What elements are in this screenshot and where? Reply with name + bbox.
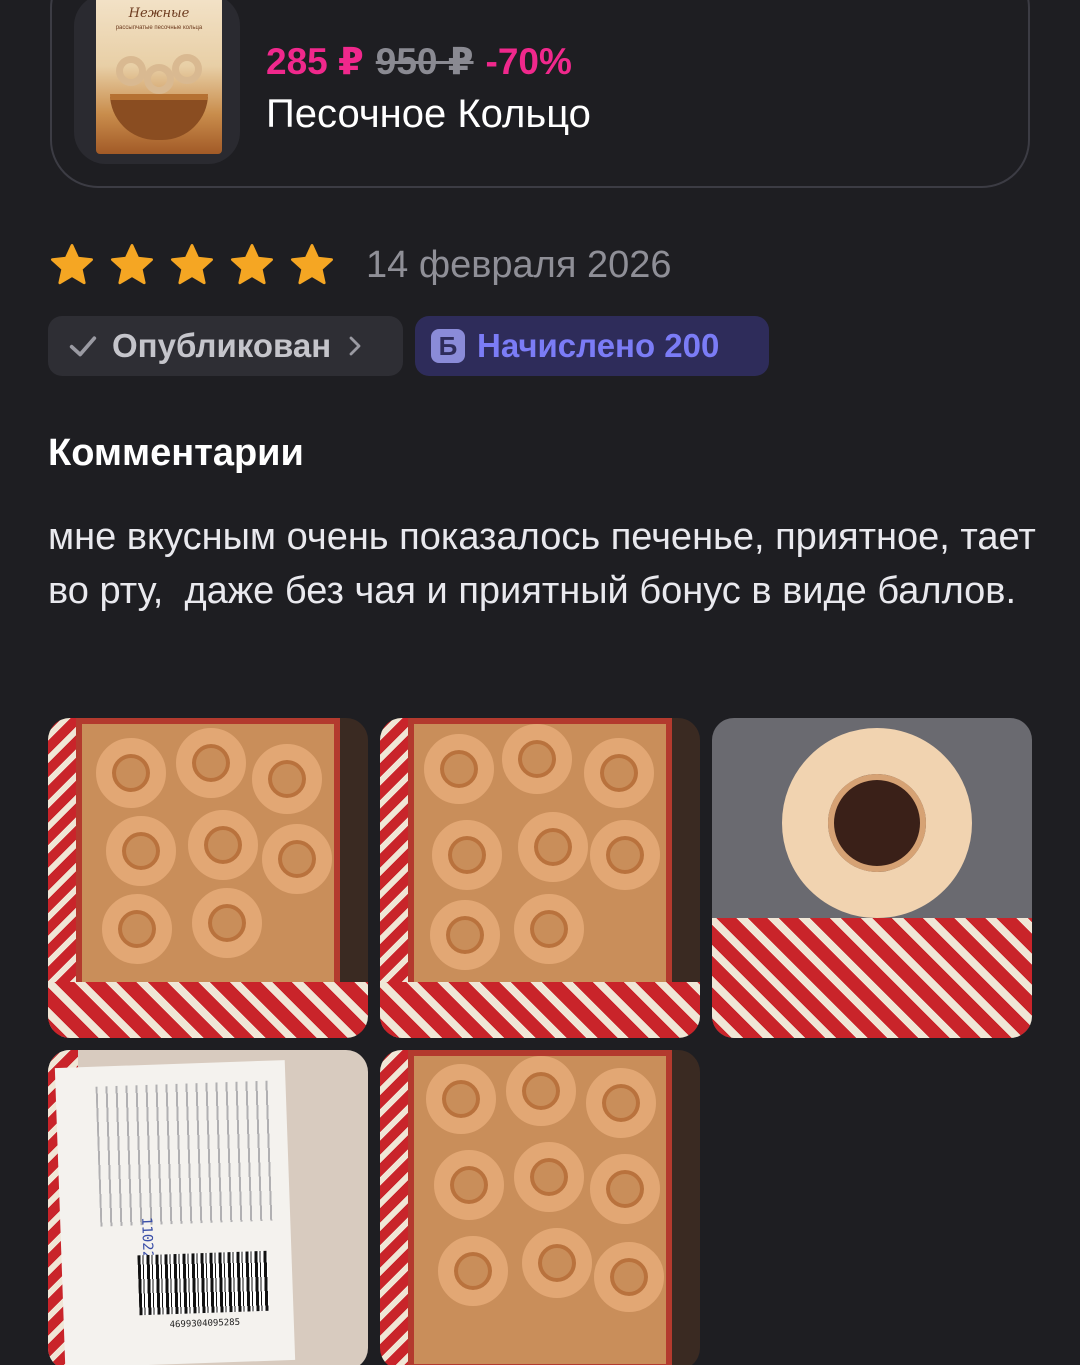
star-icon [291,244,333,285]
cookie [252,744,322,814]
barcode [137,1250,270,1316]
label-text-lines [95,1080,275,1227]
cookie [432,820,502,890]
wrapper-side [380,1050,410,1365]
rating-stars [48,241,348,289]
comments-title: Комментарии [48,432,304,474]
cookie [438,1236,508,1306]
published-status-button[interactable]: Опубликован [48,316,403,376]
bonus-points-badge[interactable]: Б Начислено 200 [415,316,769,376]
cookie [426,1064,496,1134]
star-icon [231,244,273,285]
cookie-closeup [782,728,972,918]
cookie [434,1150,504,1220]
bonus-points-icon: Б [431,329,465,363]
product-box-art: Нежные рассыпчатые песочные кольца [96,0,222,154]
cookie [590,820,660,890]
star-icon [111,244,153,285]
cookie [514,1142,584,1212]
wrapper-edge [48,982,368,1038]
comment-text: мне вкусным очень показалось печенье, пр… [48,516,1047,612]
cookie-ring [116,56,146,86]
review-photo-3[interactable] [712,718,1032,1038]
product-image[interactable]: Нежные рассыпчатые песочные кольца [74,0,240,164]
cookie [522,1228,592,1298]
discount-badge: -70% [485,41,572,82]
cookie [590,1154,660,1224]
cookie [262,824,332,894]
cookie-ring [144,64,174,94]
review-photo-1[interactable] [48,718,368,1038]
product-card[interactable]: Нежные рассыпчатые песочные кольца 285 ₽… [50,0,1030,188]
cookie [188,810,258,880]
product-name[interactable]: Песочное Кольцо [266,92,591,137]
wrapper-edge [712,918,1032,1038]
wrapper-edge [380,982,700,1038]
status-badges: Опубликован Б Начислено 200 [48,316,769,376]
cookie-ring [172,54,202,84]
cookie [424,734,494,804]
cookie [430,900,500,970]
cookie [586,1068,656,1138]
star-icon [171,244,213,285]
cookie [502,724,572,794]
cookie [518,812,588,882]
rating-row: 14 февраля 2026 [48,240,672,290]
price-row: 285 ₽ 950 ₽ -70% [266,40,572,83]
review-detail-page: Нежные рассыпчатые песочные кольца 285 ₽… [0,0,1080,1365]
cookie-tray [76,718,340,998]
box-subtitle: рассыпчатые песочные кольца [115,25,203,31]
cookie [514,894,584,964]
cookie [192,888,262,958]
box-brand: Нежные [128,6,190,21]
review-photo-5[interactable] [380,1050,700,1365]
cookie [506,1056,576,1126]
price-current: 285 ₽ [266,41,364,82]
check-icon [69,336,97,357]
cookie [584,738,654,808]
cookie-tray [408,1050,672,1365]
cookie [176,728,246,798]
review-date: 14 февраля 2026 [366,243,672,286]
review-photo-4[interactable]: 110226 4699304095285 [48,1050,368,1365]
cookie [594,1242,664,1312]
barcode-number: 4699304095285 [169,1317,241,1331]
cookie [102,894,172,964]
cookie-tray [408,718,672,998]
product-label: 110226 4699304095285 [54,1060,296,1365]
price-old: 950 ₽ [375,41,474,82]
review-photo-2[interactable] [380,718,700,1038]
chevron-right-icon [349,336,361,356]
cookie [106,816,176,886]
bonus-label: Начислено 200 [477,327,720,364]
cookie [96,738,166,808]
star-icon [51,244,93,285]
status-label: Опубликован [112,327,332,364]
basket [110,94,208,140]
